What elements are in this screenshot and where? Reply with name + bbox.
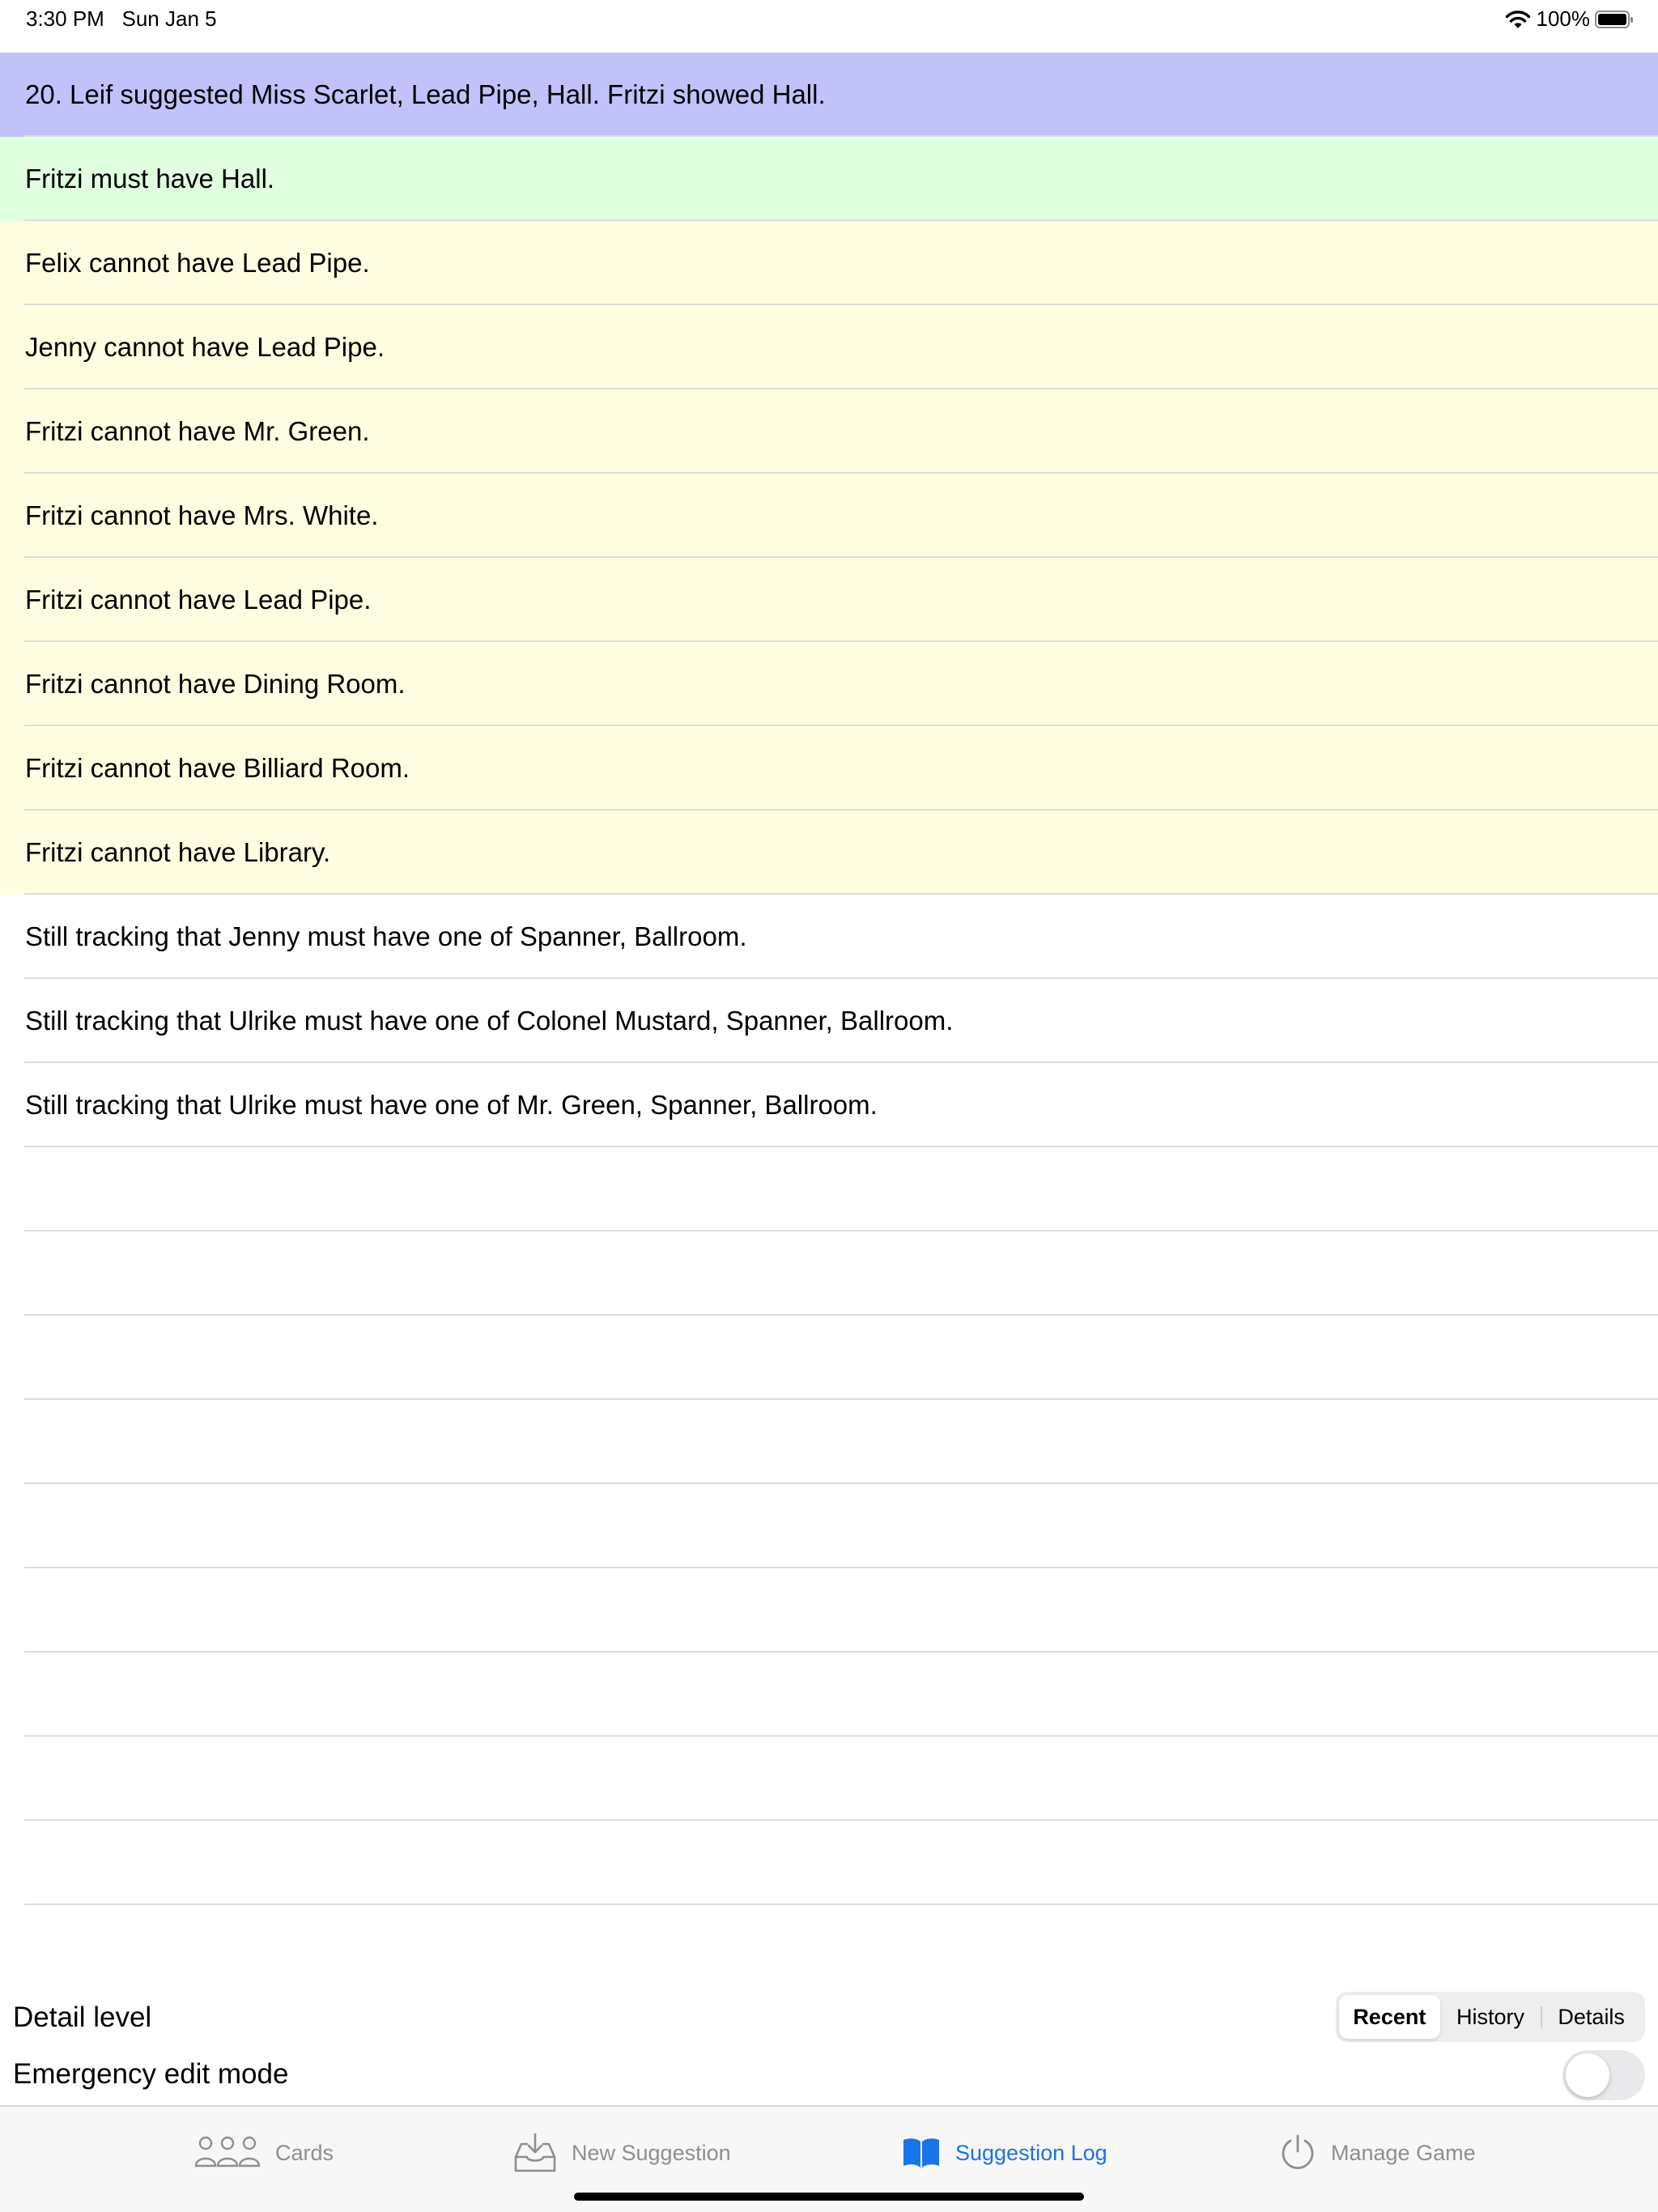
segment-details[interactable]: Details (1541, 1995, 1642, 2039)
log-row-cannot-have[interactable]: Fritzi cannot have Dining Room. (0, 642, 1658, 726)
log-row-cannot-have[interactable]: Fritzi cannot have Billiard Room. (0, 726, 1658, 810)
segment-recent[interactable]: Recent (1339, 1995, 1440, 2039)
log-row-empty (0, 1484, 1658, 1568)
tab-suggestion-log-label: Suggestion Log (955, 2140, 1107, 2165)
log-row-cannot-have[interactable]: Fritzi cannot have Lead Pipe. (0, 558, 1658, 642)
log-row-cannot-have[interactable]: Fritzi cannot have Mr. Green. (0, 389, 1658, 474)
tab-bar: Cards New Suggestion Suggestion Log Mana… (0, 2105, 1658, 2212)
tab-cards[interactable]: Cards (194, 2133, 334, 2173)
detail-level-row: Detail level Recent History Details (0, 1992, 1658, 2045)
power-icon (1282, 2134, 1314, 2169)
tab-manage-game[interactable]: Manage Game (1279, 2133, 1476, 2173)
toggle-knob (1566, 2053, 1609, 2097)
home-indicator[interactable] (574, 2193, 1084, 2201)
emergency-edit-toggle[interactable] (1562, 2050, 1645, 2100)
wifi-icon (1505, 10, 1530, 28)
log-row-empty (0, 1231, 1658, 1316)
tab-suggestion-log[interactable]: Suggestion Log (902, 2133, 1107, 2173)
log-row-empty (0, 1147, 1658, 1231)
suggestion-log-list[interactable]: 20. Leif suggested Miss Scarlet, Lead Pi… (0, 53, 1658, 1905)
log-row-cannot-have[interactable]: Felix cannot have Lead Pipe. (0, 221, 1658, 305)
log-row-must-have[interactable]: Fritzi must have Hall. (0, 137, 1658, 221)
detail-level-segmented-control[interactable]: Recent History Details (1336, 1992, 1645, 2042)
log-row-empty (0, 1737, 1658, 1821)
status-bar: 3:30 PM Sun Jan 5 100% (0, 0, 1658, 39)
tab-new-suggestion-label: New Suggestion (572, 2140, 731, 2165)
log-row-empty (0, 1568, 1658, 1653)
segment-history[interactable]: History (1440, 1995, 1541, 2039)
emergency-edit-label: Emergency edit mode (13, 2058, 289, 2090)
clock-time: 3:30 PM (26, 6, 104, 31)
log-row-empty (0, 1400, 1658, 1484)
log-row-cannot-have[interactable]: Fritzi cannot have Library. (0, 810, 1658, 895)
emergency-edit-row: Emergency edit mode (0, 2048, 1658, 2102)
detail-level-label: Detail level (13, 2001, 152, 2033)
log-row-empty (0, 1316, 1658, 1400)
book-icon (903, 2138, 939, 2167)
inbox-download-icon (514, 2133, 556, 2172)
battery-percent: 100% (1536, 6, 1591, 31)
status-time: 3:30 PM Sun Jan 5 (26, 6, 217, 32)
people-icon (194, 2136, 261, 2167)
log-row-tracking[interactable]: Still tracking that Ulrike must have one… (0, 979, 1658, 1063)
log-row-cannot-have[interactable]: Fritzi cannot have Mrs. White. (0, 474, 1658, 558)
log-row-tracking[interactable]: Still tracking that Ulrike must have one… (0, 1063, 1658, 1147)
log-row-empty (0, 1821, 1658, 1905)
log-row-tracking[interactable]: Still tracking that Jenny must have one … (0, 895, 1658, 979)
battery-icon (1595, 10, 1633, 28)
log-row-suggestion[interactable]: 20. Leif suggested Miss Scarlet, Lead Pi… (0, 53, 1658, 137)
tab-cards-label: Cards (275, 2140, 334, 2165)
clock-date: Sun Jan 5 (121, 6, 217, 31)
log-row-cannot-have[interactable]: Jenny cannot have Lead Pipe. (0, 305, 1658, 389)
status-indicators: 100% (1504, 6, 1635, 32)
tab-manage-game-label: Manage Game (1331, 2140, 1476, 2165)
tab-new-suggestion[interactable]: New Suggestion (513, 2133, 731, 2173)
log-row-empty (0, 1653, 1658, 1737)
